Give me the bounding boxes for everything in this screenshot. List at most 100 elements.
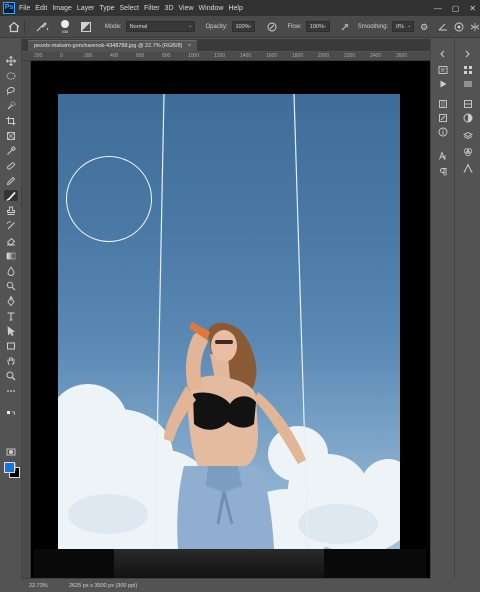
clone-stamp-tool-icon[interactable] xyxy=(4,205,18,216)
properties-icon[interactable] xyxy=(462,99,474,109)
lasso-tool-icon[interactable] xyxy=(4,85,18,96)
menu-window[interactable]: Window xyxy=(199,5,224,12)
smoothing-label: Smoothing: xyxy=(357,23,389,30)
eyedropper-tool-icon[interactable] xyxy=(4,145,18,156)
healing-brush-tool-icon[interactable] xyxy=(4,160,18,171)
layers-icon[interactable] xyxy=(462,131,474,141)
swatches-icon[interactable] xyxy=(462,65,474,75)
canvas-bottom-overlay xyxy=(114,549,324,578)
paragraph-icon[interactable] xyxy=(437,167,449,177)
ruler-tick: 1200 xyxy=(214,53,226,59)
document-tab[interactable]: pexels-maksim-goncharenok-4348788.jpg @ … xyxy=(28,40,198,51)
angle-icon[interactable] xyxy=(438,22,448,32)
options-separator xyxy=(23,19,25,34)
flow-field[interactable]: 100% ⌄ xyxy=(305,21,330,32)
pen-tool-icon[interactable] xyxy=(4,295,18,306)
collapse-panels-icon[interactable] xyxy=(437,49,449,59)
history-icon[interactable] xyxy=(437,65,449,75)
adjustments-layer-icon[interactable] xyxy=(462,113,474,123)
collapse-panels-icon[interactable] xyxy=(462,49,474,59)
flow-label: Flow: xyxy=(287,23,302,30)
chevron-down-icon: ⌄ xyxy=(406,23,412,29)
document-size-info[interactable]: 2625 px x 3500 px (300 ppi) xyxy=(69,583,137,589)
channels-icon[interactable] xyxy=(462,147,474,157)
history-brush-tool-icon[interactable] xyxy=(4,220,18,231)
tools-panel xyxy=(0,39,22,578)
menu-3d[interactable]: 3D xyxy=(165,5,174,12)
options-bar: 438 Mode: Normal ⌄ Opacity: 100% ⌄ Flow:… xyxy=(0,16,480,38)
frame-tool-icon[interactable] xyxy=(4,130,18,141)
menu-image[interactable]: Image xyxy=(52,5,71,12)
marquee-tool-icon[interactable] xyxy=(4,70,18,81)
close-icon[interactable]: × xyxy=(188,43,191,49)
ruler-tick: 1800 xyxy=(292,53,304,59)
mode-select[interactable]: Normal ⌄ xyxy=(125,21,196,32)
menu-filter[interactable]: Filter xyxy=(144,5,160,12)
menu-help[interactable]: Help xyxy=(228,5,242,12)
character-icon[interactable] xyxy=(437,151,449,161)
document-canvas[interactable] xyxy=(34,94,426,578)
swap-colors-icon[interactable] xyxy=(4,409,18,420)
gradient-tool-icon[interactable] xyxy=(4,250,18,261)
document-tab-bar: pexels-maksim-goncharenok-4348788.jpg @ … xyxy=(22,39,430,51)
home-icon[interactable] xyxy=(8,21,20,33)
blur-tool-icon[interactable] xyxy=(4,265,18,276)
maximize-button[interactable]: ▢ xyxy=(452,4,460,13)
more-tools-icon[interactable] xyxy=(4,385,18,396)
close-button[interactable]: ✕ xyxy=(469,4,476,13)
quick-select-tool-icon[interactable] xyxy=(4,100,18,111)
pressure-size-icon[interactable] xyxy=(454,22,464,32)
menu-view[interactable]: View xyxy=(179,5,194,12)
adjustments-icon[interactable] xyxy=(437,99,449,109)
gear-icon[interactable]: ⚙ xyxy=(420,22,430,32)
crop-tool-icon[interactable] xyxy=(4,115,18,126)
foreground-color-swatch[interactable] xyxy=(4,462,15,473)
mode-label: Mode: xyxy=(104,23,122,30)
opacity-label: Opacity: xyxy=(205,23,228,30)
chevron-down-icon: ⌄ xyxy=(248,23,253,29)
window-controls: — ▢ ✕ xyxy=(434,0,476,16)
libraries-icon[interactable] xyxy=(462,79,474,89)
vertical-ruler xyxy=(22,61,31,578)
menu-type[interactable]: Type xyxy=(99,5,114,12)
path-select-tool-icon[interactable] xyxy=(4,325,18,336)
photo-image xyxy=(58,94,400,549)
chevron-down-icon: ⌄ xyxy=(188,23,193,29)
brush-tip-icon xyxy=(60,19,69,28)
ruler-tick: 2400 xyxy=(370,53,382,59)
menu-file[interactable]: File xyxy=(19,5,30,12)
brush-preset-icon[interactable] xyxy=(35,21,49,33)
hand-tool-icon[interactable] xyxy=(4,355,18,366)
canvas-area[interactable] xyxy=(31,61,430,578)
paths-icon[interactable] xyxy=(462,163,474,173)
minimize-button[interactable]: — xyxy=(434,4,442,13)
airbrush-icon[interactable] xyxy=(340,22,350,32)
rectangle-tool-icon[interactable] xyxy=(4,340,18,351)
dodge-tool-icon[interactable] xyxy=(4,280,18,291)
menu-edit[interactable]: Edit xyxy=(35,5,47,12)
quick-mask-icon[interactable] xyxy=(4,446,18,457)
play-actions-icon[interactable] xyxy=(437,79,449,89)
ruler-tick: 400 xyxy=(110,53,119,59)
symmetry-icon[interactable] xyxy=(470,22,480,32)
smoothing-field[interactable]: 0% ⌄ xyxy=(392,21,415,32)
ruler-tick: 800 xyxy=(162,53,171,59)
pressure-opacity-icon[interactable] xyxy=(267,22,277,32)
info-icon[interactable] xyxy=(437,127,449,137)
brush-panel-toggle-icon[interactable] xyxy=(80,21,91,32)
chevron-down-icon: ⌄ xyxy=(322,23,327,29)
pencil-tool-icon[interactable] xyxy=(4,175,18,186)
menu-layer[interactable]: Layer xyxy=(77,5,95,12)
panel-dock-collapsed xyxy=(430,39,454,578)
eraser-tool-icon[interactable] xyxy=(4,235,18,246)
brush-size-picker[interactable]: 438 xyxy=(60,19,69,34)
opacity-field[interactable]: 100% ⌄ xyxy=(231,21,256,32)
brush-tool-icon[interactable] xyxy=(4,190,18,201)
brushes-icon[interactable] xyxy=(437,113,449,123)
type-tool-icon[interactable] xyxy=(4,310,18,321)
zoom-level[interactable]: 22.73% xyxy=(29,583,63,589)
zoom-tool-icon[interactable] xyxy=(4,370,18,381)
brush-cursor xyxy=(66,156,152,242)
menu-select[interactable]: Select xyxy=(120,5,139,12)
move-tool-icon[interactable] xyxy=(4,55,18,66)
